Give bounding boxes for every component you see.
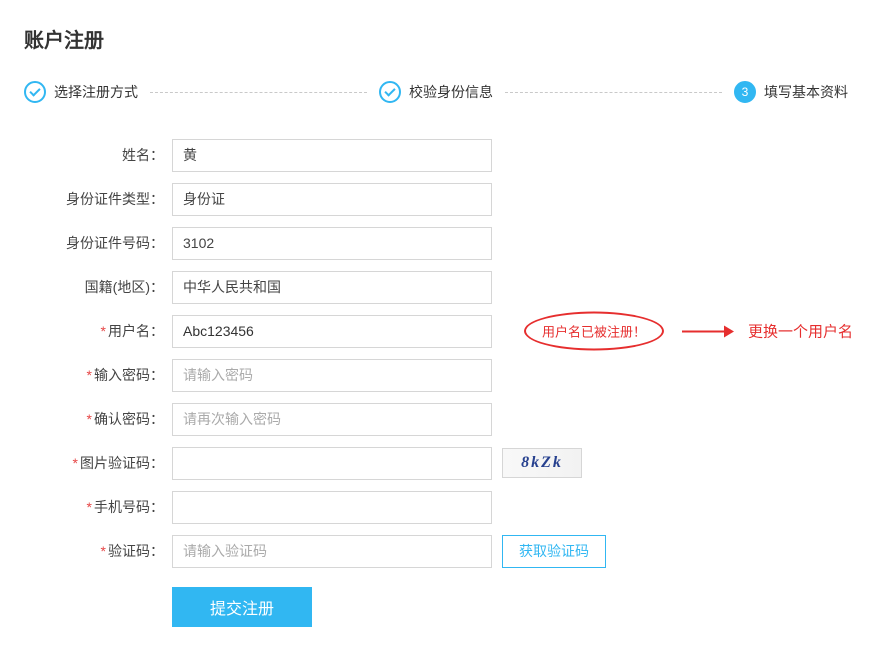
nationality-value: 中华人民共和国 [172,271,492,304]
label-username: *用户名： [54,321,172,341]
error-hint: 更换一个用户名 [748,321,853,342]
check-icon [379,81,401,103]
step-3: 3 填写基本资料 [734,81,848,103]
label-confirm-password: *确认密码： [54,409,172,429]
submit-button[interactable]: 提交注册 [172,587,312,627]
step-1: 选择注册方式 [24,81,138,103]
step-2-label: 校验身份信息 [409,82,493,102]
id-number-value: 3102 [172,227,492,260]
step-1-label: 选择注册方式 [54,82,138,102]
name-value: 黄 [172,139,492,172]
step-3-label: 填写基本资料 [764,82,848,102]
captcha-input[interactable] [172,447,492,480]
password-input[interactable] [172,359,492,392]
step-divider [150,92,367,93]
get-code-button[interactable]: 获取验证码 [502,535,606,568]
steps-bar: 选择注册方式 校验身份信息 3 填写基本资料 [24,81,848,103]
label-nationality: 国籍(地区)： [54,277,172,297]
error-message: 用户名已被注册！ [524,312,664,351]
label-id-number: 身份证件号码： [54,233,172,253]
label-name: 姓名： [54,145,172,165]
label-sms-code: *验证码： [54,541,172,561]
phone-input[interactable] [172,491,492,524]
step-2: 校验身份信息 [379,81,493,103]
step-divider [505,92,722,93]
label-phone: *手机号码： [54,497,172,517]
id-type-value: 身份证 [172,183,492,216]
label-id-type: 身份证件类型： [54,189,172,209]
label-captcha: *图片验证码： [54,453,172,473]
captcha-image[interactable]: 8kZk [502,448,582,478]
step-3-number: 3 [734,81,756,103]
label-password: *输入密码： [54,365,172,385]
confirm-password-input[interactable] [172,403,492,436]
registration-form: 姓名： 黄 身份证件类型： 身份证 身份证件号码： 3102 国籍(地区)： 中… [54,137,848,627]
arrow-icon [682,330,732,332]
username-input[interactable] [172,315,492,348]
check-icon [24,81,46,103]
sms-code-input[interactable] [172,535,492,568]
page-title: 账户注册 [24,24,848,53]
